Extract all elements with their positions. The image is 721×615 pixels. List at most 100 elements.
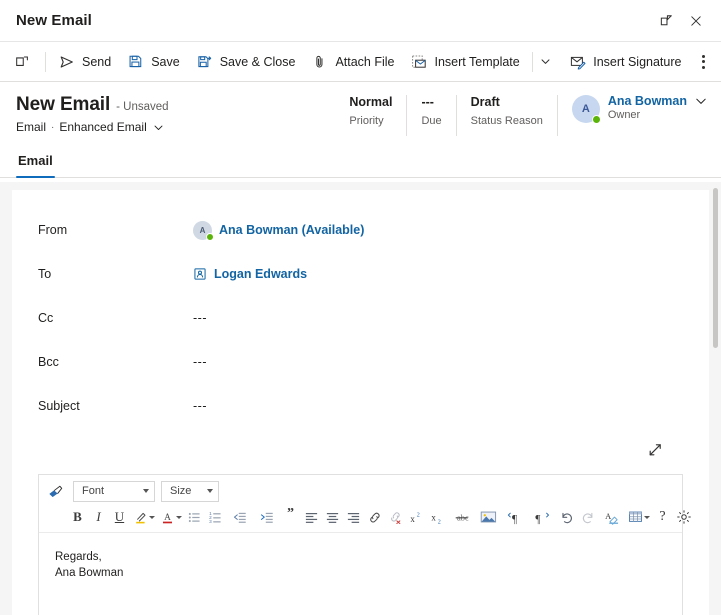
to-label: To bbox=[38, 267, 52, 281]
bcc-input[interactable]: --- bbox=[193, 355, 207, 369]
redo-icon[interactable] bbox=[577, 507, 598, 528]
rte-toolbar-row-1: Font Size bbox=[45, 479, 676, 503]
save-label: Save bbox=[151, 54, 180, 69]
superscript-icon[interactable]: x 2 bbox=[406, 507, 427, 528]
status-reason-value: Draft bbox=[470, 95, 500, 109]
send-label: Send bbox=[82, 54, 112, 69]
align-center-icon[interactable] bbox=[322, 507, 343, 528]
insert-template-button[interactable]: Insert Template bbox=[403, 47, 528, 77]
open-in-new-window-icon[interactable] bbox=[651, 6, 681, 36]
insert-signature-button[interactable]: Insert Signature bbox=[561, 47, 689, 77]
priority-value: Normal bbox=[349, 95, 393, 109]
subject-input[interactable]: --- bbox=[193, 399, 207, 413]
strikethrough-icon[interactable]: abc bbox=[448, 507, 475, 528]
insert-table-icon[interactable] bbox=[625, 507, 646, 528]
font-family-value: Font bbox=[82, 485, 105, 497]
numbered-list-icon[interactable]: 1 2 3 bbox=[205, 507, 226, 528]
font-color-caret-icon[interactable] bbox=[176, 515, 182, 519]
cc-value[interactable]: --- bbox=[193, 311, 207, 325]
remove-link-icon[interactable] bbox=[385, 507, 406, 528]
from-label: From bbox=[38, 223, 68, 237]
command-separator bbox=[45, 51, 46, 72]
to-value[interactable]: Logan Edwards bbox=[193, 267, 307, 281]
tab-email[interactable]: Email bbox=[16, 153, 55, 178]
align-right-icon[interactable] bbox=[343, 507, 364, 528]
form-selector-chevron-down-icon[interactable] bbox=[153, 122, 164, 133]
from-avatar-initial: A bbox=[199, 225, 206, 235]
stat-status-reason[interactable]: Draft Status Reason bbox=[457, 94, 557, 140]
field-row-cc: Cc --- bbox=[38, 296, 683, 340]
clear-formatting-icon[interactable]: A bbox=[598, 507, 625, 528]
tab-email-label: Email bbox=[18, 153, 53, 168]
form-scrollbar-track[interactable] bbox=[709, 182, 721, 615]
status-reason-label: Status Reason bbox=[470, 115, 543, 127]
form-scrollbar-thumb[interactable] bbox=[713, 188, 718, 348]
record-header-stats: Normal Priority --- Due Draft Status Rea… bbox=[335, 94, 707, 140]
subscript-icon[interactable]: x 2 bbox=[427, 507, 448, 528]
stat-priority[interactable]: Normal Priority bbox=[335, 94, 406, 140]
expand-diagonal-icon[interactable] bbox=[647, 442, 663, 464]
cc-label: Cc bbox=[38, 311, 54, 325]
decrease-indent-icon[interactable] bbox=[226, 507, 253, 528]
bold-icon[interactable]: B bbox=[67, 507, 88, 528]
underline-icon[interactable]: U bbox=[109, 507, 130, 528]
font-size-value: Size bbox=[170, 485, 192, 497]
increase-indent-icon[interactable] bbox=[253, 507, 280, 528]
from-value[interactable]: A Ana Bowman (Available) bbox=[193, 220, 364, 241]
unsaved-status: - Unsaved bbox=[116, 101, 169, 113]
bulleted-list-icon[interactable] bbox=[184, 507, 205, 528]
insert-table-caret-icon[interactable] bbox=[644, 515, 650, 519]
left-to-right-icon[interactable]: ¶ bbox=[502, 507, 529, 528]
from-person-link[interactable]: Ana Bowman (Available) bbox=[219, 223, 364, 237]
owner-chevron-down-icon[interactable] bbox=[695, 95, 707, 107]
font-family-select[interactable]: Font bbox=[73, 480, 155, 502]
blockquote-icon[interactable]: ” bbox=[280, 507, 301, 528]
svg-text:A: A bbox=[164, 512, 171, 522]
owner-section[interactable]: A Ana Bowman Owner bbox=[558, 94, 707, 140]
from-avatar: A bbox=[193, 220, 214, 241]
highlight-color-caret-icon[interactable] bbox=[149, 515, 155, 519]
insert-signature-icon bbox=[569, 53, 586, 70]
right-to-left-icon[interactable]: ¶ bbox=[529, 507, 556, 528]
cc-input[interactable]: --- bbox=[193, 311, 207, 325]
attach-file-button[interactable]: Attach File bbox=[303, 47, 402, 77]
rte-toolbar-row-2: B I U A 1 2 3 ” x 2 x 2 abc ¶ ¶ A ? bbox=[45, 505, 691, 529]
undo-icon[interactable] bbox=[556, 507, 577, 528]
close-icon[interactable] bbox=[681, 6, 711, 36]
new-email-window: New Email Send Save Save & Close Attach … bbox=[0, 0, 721, 615]
save-and-close-button[interactable]: Save & Close bbox=[188, 47, 304, 77]
more-commands-button[interactable] bbox=[691, 47, 715, 77]
save-button[interactable]: Save bbox=[119, 47, 188, 77]
insert-template-chevron-down-icon[interactable] bbox=[537, 47, 555, 77]
editor-expand-row bbox=[38, 442, 683, 464]
owner-name[interactable]: Ana Bowman bbox=[608, 94, 687, 108]
email-body-input[interactable]: Regards, Ana Bowman bbox=[39, 533, 682, 615]
font-size-caret-icon bbox=[207, 489, 213, 493]
font-size-select[interactable]: Size bbox=[161, 480, 219, 502]
stat-due[interactable]: --- Due bbox=[407, 94, 455, 140]
form-selector-label[interactable]: Enhanced Email bbox=[59, 120, 146, 134]
field-row-from: From A Ana Bowman (Available) bbox=[38, 208, 683, 252]
to-contact-link[interactable]: Logan Edwards bbox=[214, 267, 307, 281]
insert-link-icon[interactable] bbox=[364, 507, 385, 528]
insert-image-icon[interactable] bbox=[475, 507, 502, 528]
subject-value[interactable]: --- bbox=[193, 399, 207, 413]
font-color-icon[interactable]: A bbox=[157, 507, 178, 528]
help-icon[interactable]: ? bbox=[652, 507, 673, 528]
due-label: Due bbox=[421, 115, 442, 127]
form-canvas: From A Ana Bowman (Available) To Logan E… bbox=[0, 182, 721, 615]
new-window-button[interactable] bbox=[4, 47, 41, 77]
italic-icon[interactable]: I bbox=[88, 507, 109, 528]
format-painter-icon[interactable] bbox=[45, 481, 67, 501]
record-title-line: New Email - Unsaved bbox=[16, 94, 169, 116]
page-title: New Email bbox=[16, 94, 111, 115]
svg-text:A: A bbox=[605, 511, 612, 521]
send-button[interactable]: Send bbox=[50, 47, 119, 77]
editor-settings-gear-icon[interactable] bbox=[673, 507, 694, 528]
field-row-subject: Subject --- bbox=[38, 384, 683, 428]
bcc-value[interactable]: --- bbox=[193, 355, 207, 369]
highlight-color-icon[interactable] bbox=[130, 507, 151, 528]
command-bar: Send Save Save & Close Attach File Inser… bbox=[0, 42, 721, 82]
attach-file-label: Attach File bbox=[335, 54, 395, 69]
align-left-icon[interactable] bbox=[301, 507, 322, 528]
